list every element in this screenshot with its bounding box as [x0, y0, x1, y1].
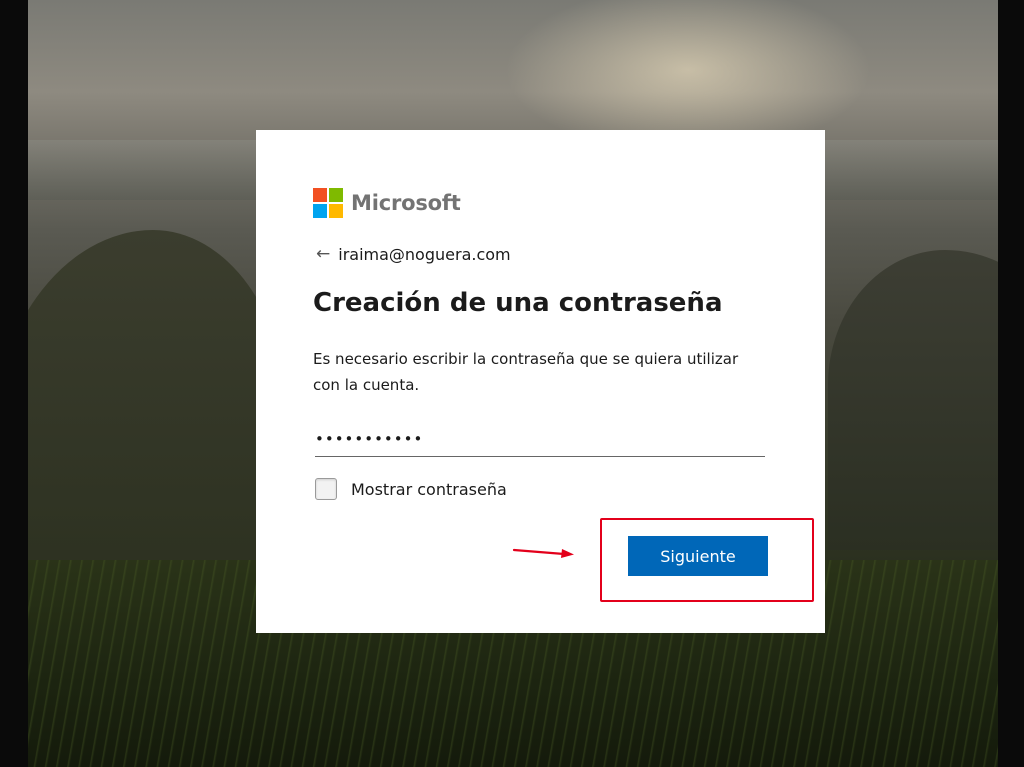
brand-name: Microsoft	[351, 191, 461, 215]
microsoft-logo: Microsoft	[313, 188, 461, 218]
identity-banner: ← iraima@noguera.com	[316, 244, 511, 264]
password-input[interactable]	[315, 422, 765, 457]
logo-square-yellow	[329, 204, 343, 218]
show-password-label: Mostrar contraseña	[351, 479, 507, 499]
arrow-left-icon[interactable]: ←	[316, 244, 330, 264]
background-hill-right	[828, 250, 998, 550]
page-description: Es necesario escribir la contraseña que …	[313, 350, 739, 394]
logo-square-blue	[313, 204, 327, 218]
logo-square-green	[329, 188, 343, 202]
identity-email: iraima@noguera.com	[338, 244, 511, 264]
show-password-toggle[interactable]: Mostrar contraseña	[315, 478, 507, 500]
annotation-arrow-icon	[512, 548, 574, 558]
page-title: Creación de una contraseña	[313, 288, 723, 318]
logo-square-red	[313, 188, 327, 202]
microsoft-logo-icon	[313, 188, 343, 218]
screen: Microsoft ← iraima@noguera.com Creación …	[0, 0, 1024, 767]
show-password-checkbox[interactable]	[315, 478, 337, 500]
annotation-highlight-box	[600, 518, 814, 602]
